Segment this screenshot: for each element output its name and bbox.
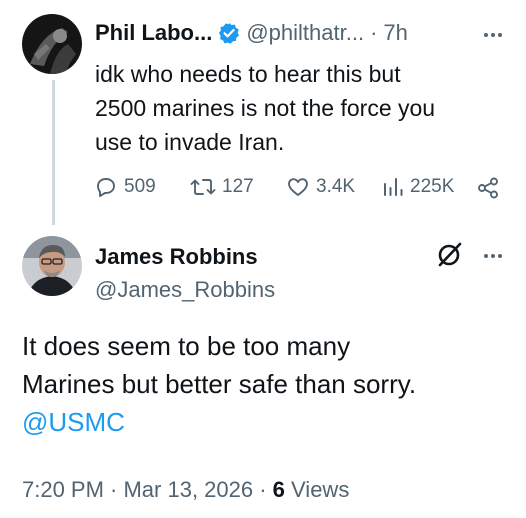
author-handle[interactable]: @James_Robbins — [95, 277, 275, 303]
repost-button[interactable]: 127 — [190, 175, 254, 199]
tweet-text-line: Marines but better safe than sorry. — [22, 369, 417, 399]
tweet-time[interactable]: 7h — [383, 20, 407, 46]
mention-link[interactable]: @USMC — [22, 403, 502, 441]
tweet-timestamp[interactable]: 7:20 PM · Mar 13, 2026 · — [22, 477, 273, 502]
repost-icon — [190, 179, 216, 195]
like-icon — [288, 178, 308, 196]
tweet-text-line: idk who needs to hear this but — [95, 61, 401, 87]
reply-header: James Robbins — [95, 244, 258, 270]
like-count: 3.4K — [316, 176, 356, 197]
reply-button[interactable]: 509 — [94, 175, 156, 199]
more-icon[interactable] — [484, 33, 502, 37]
views-icon — [384, 178, 403, 196]
avatar-phil[interactable] — [22, 14, 82, 74]
tweet-text-line: use to invade Iran. — [95, 129, 285, 155]
tweet-text-line: It does seem to be too many — [22, 331, 351, 361]
reply-tweet-text: It does seem to be too many Marines but … — [22, 327, 502, 441]
repost-count: 127 — [222, 176, 254, 197]
separator-dot: · — [370, 20, 378, 45]
quoted-tweet-text: idk who needs to hear this but 2500 mari… — [95, 57, 515, 159]
grok-icon[interactable] — [436, 240, 464, 273]
verified-badge-icon — [218, 22, 240, 44]
reply-count: 509 — [124, 176, 156, 197]
views-count: 225K — [410, 176, 455, 197]
tweet-footer: 7:20 PM · Mar 13, 2026 · 6 Views — [22, 477, 349, 503]
more-icon[interactable] — [484, 254, 502, 258]
avatar-james[interactable] — [22, 236, 82, 296]
views-count: 6 — [272, 477, 285, 502]
tweet-text-line: 2500 marines is not the force you — [95, 95, 436, 121]
share-icon[interactable] — [476, 176, 500, 205]
views-label: Views — [284, 477, 350, 502]
author-name[interactable]: Phil Labo... — [95, 20, 212, 46]
author-name[interactable]: James Robbins — [95, 244, 258, 270]
like-button[interactable]: 3.4K — [286, 175, 355, 199]
reply-icon — [97, 178, 115, 197]
views-button[interactable]: 225K — [382, 175, 454, 199]
thread-line — [52, 80, 55, 225]
author-handle[interactable]: @philthatr... — [246, 20, 364, 46]
quoted-header: Phil Labo... @philthatr... · 7h — [95, 20, 408, 46]
